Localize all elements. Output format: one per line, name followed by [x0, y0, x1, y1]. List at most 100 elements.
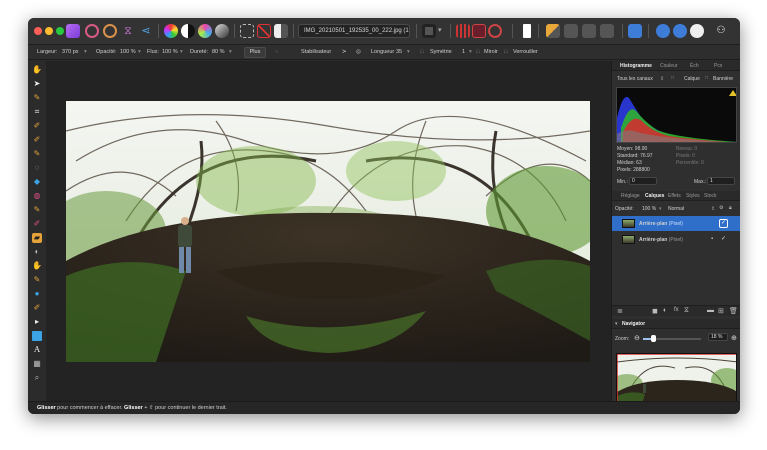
tone-mapping-persona-icon[interactable]: ⧖ [121, 24, 135, 38]
chevron-down-icon[interactable]: ▾ [469, 49, 472, 55]
assistant-icon[interactable] [488, 24, 502, 38]
liquify-persona-icon[interactable] [85, 24, 99, 38]
mask-icon[interactable]: ◼ [652, 307, 658, 315]
align-icon[interactable] [564, 24, 578, 38]
brush-options-icon[interactable] [523, 24, 531, 38]
contrast-icon[interactable] [181, 24, 195, 38]
trash-icon[interactable]: 🗑︎ [729, 307, 738, 315]
zoom-out-icon[interactable]: ⊖ [634, 334, 640, 342]
chevron-down-icon[interactable]: ▾ [229, 49, 232, 55]
tab-effects[interactable]: Effets [668, 193, 681, 199]
ellipse-marquee-icon[interactable]: ◌ [32, 163, 42, 173]
visibility-checkbox[interactable]: ✓ [721, 235, 726, 242]
gear-icon[interactable]: ⚙ [719, 205, 723, 211]
blend-mode-select[interactable]: Normal [668, 206, 684, 212]
studio-panels-icon[interactable] [628, 24, 642, 38]
erase-brush-icon[interactable]: ▰ [32, 233, 42, 243]
flip-icon[interactable] [582, 24, 596, 38]
sync-icon[interactable] [673, 24, 687, 38]
protect-alpha-checkbox[interactable]: □ [504, 49, 507, 55]
channel-select[interactable]: Tous les canaux [617, 76, 653, 82]
collapse-icon[interactable]: ▾ [615, 321, 618, 327]
chevron-updown-icon[interactable]: ⇕ [711, 206, 715, 212]
tab-brushes[interactable]: Pcx [714, 63, 722, 69]
chevron-down-icon[interactable]: ▾ [659, 206, 662, 212]
chevron-down-icon[interactable]: ▾ [84, 49, 87, 55]
color-picker-icon[interactable]: ✎ [32, 93, 42, 103]
red-eye-icon[interactable]: ✎ [32, 275, 42, 285]
zoom-tool-icon[interactable]: ⌕ [32, 373, 42, 383]
view-mode-icon[interactable] [456, 24, 470, 38]
zoom-slider-thumb[interactable] [651, 335, 657, 342]
opacity-value[interactable]: 100 % [120, 49, 136, 55]
width-value[interactable]: 370 px [62, 49, 79, 55]
hardness-value[interactable]: 80 % [212, 49, 225, 55]
document-image[interactable] [66, 101, 590, 362]
help-icon[interactable] [690, 24, 704, 38]
tab-adjustment[interactable]: Réglage [621, 193, 640, 199]
zoom-input[interactable]: 18 % [708, 333, 728, 341]
chevron-down-icon[interactable]: ▾ [438, 24, 446, 38]
rope-mode-icon[interactable]: ≻ [342, 49, 347, 55]
close-window-button[interactable] [34, 27, 42, 35]
paint-brush-icon[interactable]: ✎ [32, 149, 42, 159]
add-layer-icon[interactable]: ⊞ [718, 307, 724, 315]
crop-tool-icon[interactable]: ⌗ [32, 107, 42, 117]
adjustment-icon[interactable]: ◐ [663, 307, 667, 314]
fx-icon[interactable]: fx [674, 307, 679, 313]
flood-select-icon[interactable]: ✐ [32, 135, 42, 145]
lock-icon[interactable]: 🔒︎ [729, 205, 732, 211]
flood-fill-icon[interactable]: ◆ [32, 177, 42, 187]
pen-tool-icon[interactable]: ▸ [32, 317, 42, 327]
live-filter-icon[interactable]: ⧖ [684, 307, 689, 315]
export-persona-icon[interactable]: ⋖ [139, 24, 153, 38]
max-input[interactable]: 1 [707, 177, 735, 185]
arrange-icon[interactable] [546, 24, 560, 38]
tab-stock[interactable]: Stock [704, 193, 717, 199]
chevron-down-icon[interactable]: ▾ [138, 49, 141, 55]
document-tab[interactable]: IMG_20210501_192535_00_222.jpg (17,7% ..… [298, 24, 410, 38]
deselect-icon[interactable] [257, 24, 271, 38]
smudge-brush-icon[interactable]: ✋ [32, 261, 42, 271]
force-pressure-icon[interactable]: ◌ [275, 49, 278, 55]
zoom-in-icon[interactable]: ⊕ [731, 334, 737, 342]
rectangle-tool-icon[interactable] [32, 331, 42, 341]
layer-opacity-value[interactable]: 100 % [642, 206, 656, 212]
more-button[interactable]: Plus [244, 47, 266, 58]
window-mode-icon[interactable]: ◎ [356, 49, 361, 55]
inpainting-icon[interactable]: ◐ [32, 247, 42, 257]
tab-histogram[interactable]: Histogramme [620, 63, 652, 69]
view-tool-hand-icon[interactable]: ✋ [32, 65, 42, 75]
tab-styles[interactable]: Styles [686, 193, 700, 199]
preferences-icon[interactable] [656, 24, 670, 38]
marquee-select-icon[interactable] [240, 24, 254, 38]
canvas-area[interactable] [46, 61, 611, 401]
develop-persona-icon[interactable] [103, 24, 117, 38]
min-input[interactable]: 0 [629, 177, 657, 185]
color-wheel-icon[interactable] [164, 24, 178, 38]
minimize-window-button[interactable] [45, 27, 53, 35]
layer-row[interactable]: Arrière-plan (Pixel) ▪ ✓ [612, 232, 740, 247]
chevron-down-icon[interactable]: ▾ [180, 49, 183, 55]
lock-icon[interactable]: ▪ [711, 236, 713, 242]
tab-layers[interactable]: Calques [645, 193, 664, 199]
blur-brush-icon[interactable]: ● [32, 289, 42, 299]
stabilizer-label[interactable]: Stabilisateur [301, 49, 331, 55]
invert-selection-icon[interactable] [274, 24, 288, 38]
symmetry-value[interactable]: 1 [462, 49, 465, 55]
zoom-slider[interactable] [643, 335, 701, 342]
mirror-checkbox[interactable]: □ [476, 49, 479, 55]
clone-brush-icon[interactable]: ✐ [32, 219, 42, 229]
layer-checkbox[interactable]: □ [671, 75, 674, 81]
visibility-checkbox[interactable]: ✓ [719, 219, 728, 228]
auto-levels-icon[interactable] [215, 24, 229, 38]
layer-row[interactable]: Arrière-plan (Pixel) ✓ [612, 216, 740, 231]
length-value[interactable]: 35 [396, 49, 402, 55]
chevron-updown-icon[interactable]: ⇕ [660, 76, 664, 82]
mesh-warp-icon[interactable]: ✐ [32, 303, 42, 313]
tab-swatches[interactable]: Éch [690, 63, 699, 69]
snapping-icon[interactable] [472, 24, 486, 38]
warnings-checkbox[interactable]: □ [705, 75, 708, 81]
layers-icon[interactable]: ≣ [617, 307, 623, 315]
tab-color[interactable]: Couleur [660, 63, 678, 69]
